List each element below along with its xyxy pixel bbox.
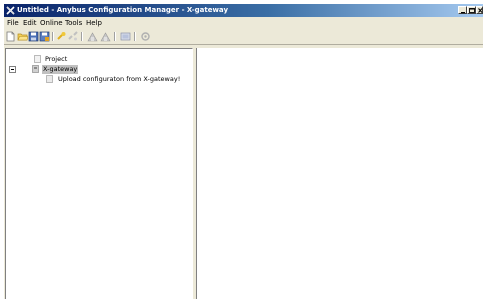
upload-icon [87,32,98,42]
tree-item-label: X-gateway [42,65,79,74]
content-pane [196,48,483,299]
save-as-icon [39,31,50,42]
upload-button[interactable] [87,31,98,42]
menu-tools[interactable]: Tools [65,19,82,27]
anybus-app-icon [6,6,15,15]
menu-online[interactable]: Online [40,19,63,27]
download-icon [100,32,111,42]
toolbar-separator [134,32,136,41]
title-bar[interactable]: Untitled - Anybus Configuration Manager … [4,4,483,17]
close-icon [478,8,483,13]
monitor-button[interactable] [120,31,131,42]
save-button[interactable] [28,31,39,42]
options-icon [141,32,150,41]
tree-item-label: Upload configuraton from X-gateway! [58,75,181,83]
connect-button[interactable] [57,31,68,42]
monitor-icon [120,32,131,41]
minimize-button[interactable] [458,6,467,14]
disconnect-icon [68,31,78,41]
download-button[interactable] [100,31,111,42]
toolbar-separator [114,32,116,41]
connect-icon [57,32,66,40]
new-file-icon [6,31,15,42]
open-folder-icon [17,33,28,41]
app-window: Untitled - Anybus Configuration Manager … [4,4,483,299]
save-as-button[interactable] [39,31,50,42]
menu-bar: File Edit Online Tools Help [4,18,483,28]
toolbar [4,29,483,45]
tree-item-label: Project [45,55,68,63]
new-file-button[interactable] [5,31,16,42]
maximize-button[interactable] [467,6,476,14]
window-title: Untitled - Anybus Configuration Manager … [17,6,229,14]
tree-item-x-gateway[interactable]: X-gateway [6,65,192,74]
open-button[interactable] [17,31,28,42]
disconnect-button[interactable] [68,31,79,42]
save-icon [28,31,39,42]
options-button[interactable] [140,31,151,42]
project-tree-pane[interactable]: Project X-gateway Upload configuraton fr… [5,48,193,299]
tree-item-upload-config[interactable]: Upload configuraton from X-gateway! [6,75,192,84]
gateway-icon [32,65,39,73]
menu-file[interactable]: File [7,19,19,27]
toolbar-separator [81,32,83,41]
tree-item-project[interactable]: Project [6,55,192,64]
menu-edit[interactable]: Edit [23,19,37,27]
menu-help[interactable]: Help [86,19,102,27]
close-button[interactable] [476,6,483,14]
collapse-icon[interactable] [9,66,16,73]
project-icon [34,55,41,63]
upload-config-icon [46,75,53,83]
toolbar-separator [52,32,54,41]
